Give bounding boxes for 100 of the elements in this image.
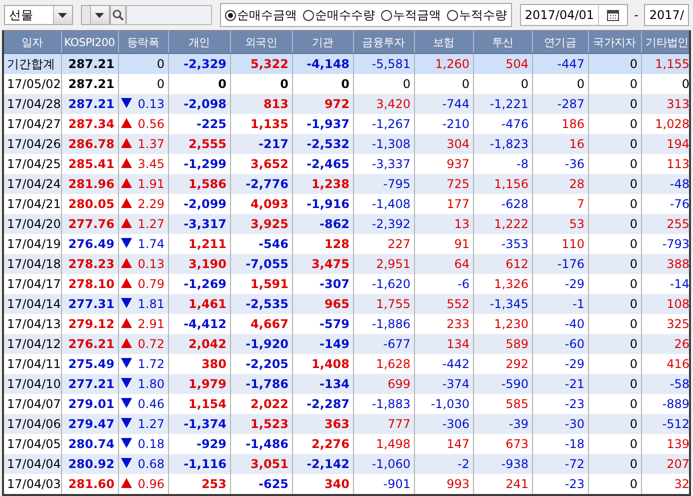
table-cell: -21: [532, 374, 588, 394]
table-cell: 1,156: [473, 174, 532, 194]
radio-button[interactable]: [446, 10, 458, 20]
table-cell: -2,776: [230, 174, 292, 194]
table-cell: 972: [292, 94, 354, 114]
table-cell: 965: [292, 294, 354, 314]
table-cell: 699: [353, 374, 414, 394]
table-cell: 32: [641, 474, 689, 494]
table-cell: 0.68: [132, 454, 168, 474]
table-cell: 276.21: [61, 334, 118, 354]
table-cell: 277.21: [61, 374, 118, 394]
radio-button[interactable]: [380, 10, 392, 20]
table-cell: 278.23: [61, 254, 118, 274]
down-triangle-icon: [120, 238, 132, 248]
table-cell: -625: [230, 474, 292, 494]
caret-icon: [95, 12, 104, 18]
table-cell: 1.37: [132, 134, 168, 154]
start-date-field[interactable]: 2017/04/01: [520, 4, 628, 26]
table-cell: 1,523: [230, 414, 292, 434]
up-triangle-icon: [120, 278, 132, 288]
table-cell: -2,535: [230, 294, 292, 314]
table-cell: -306: [414, 414, 474, 434]
search-icon: [112, 9, 124, 21]
table-cell: 1.91: [132, 174, 168, 194]
table-cell: 0: [588, 54, 642, 74]
down-triangle-icon: [120, 438, 132, 448]
column-header: 투신: [473, 31, 532, 54]
down-triangle-icon: [120, 358, 132, 368]
table-cell: 64: [414, 254, 474, 274]
down-triangle-icon: [120, 98, 132, 108]
table-cell: 0: [588, 454, 642, 474]
end-date-field[interactable]: 2017/: [644, 4, 689, 26]
table-cell: 1,755: [353, 294, 414, 314]
table-cell: 813: [230, 94, 292, 114]
table-cell: 1.81: [132, 294, 168, 314]
table-cell: 287.21: [61, 54, 118, 74]
column-header: KOSPI200: [61, 31, 118, 54]
table-cell: -176: [532, 254, 588, 274]
column-header: 기관: [292, 31, 354, 54]
table-cell: -2,142: [292, 454, 354, 474]
table-cell: 612: [473, 254, 532, 274]
table-cell: -149: [292, 334, 354, 354]
search-field[interactable]: [126, 5, 212, 25]
table-cell: 1.80: [132, 374, 168, 394]
table-cell: 0: [588, 94, 642, 114]
code-dropdown[interactable]: [80, 5, 110, 25]
table-cell: 0: [588, 294, 642, 314]
table-cell: 13: [414, 214, 474, 234]
table-cell: -134: [292, 374, 354, 394]
table-cell: -901: [353, 474, 414, 494]
up-triangle-icon: [120, 158, 132, 168]
table-cell: -2,098: [168, 94, 230, 114]
table-cell: -512: [641, 414, 689, 434]
up-triangle-icon: [120, 218, 132, 228]
table-cell: 53: [532, 214, 588, 234]
table-cell: 194: [641, 134, 689, 154]
table-cell: 17/04/12: [4, 334, 61, 354]
table-cell: 589: [473, 334, 532, 354]
radio-option[interactable]: 순매수금액: [224, 6, 297, 24]
table-cell: 기간합계: [4, 54, 61, 74]
table-cell: 277.31: [61, 294, 118, 314]
table-cell: 3,925: [230, 214, 292, 234]
table-cell: 0: [588, 214, 642, 234]
table-cell: 1,222: [473, 214, 532, 234]
table-cell: -23: [532, 474, 588, 494]
up-triangle-icon: [120, 318, 132, 328]
market-dropdown[interactable]: 선물: [4, 5, 73, 25]
date-separator: -: [634, 8, 638, 22]
table-cell: 993: [414, 474, 474, 494]
table-cell: 0.13: [132, 94, 168, 114]
down-triangle-icon: [120, 418, 132, 428]
table-cell: 17/04/06: [4, 414, 61, 434]
table-cell: 255: [641, 214, 689, 234]
table-cell: -677: [353, 334, 414, 354]
table-cell: 3,475: [292, 254, 354, 274]
radio-option[interactable]: 순매수수량: [302, 6, 375, 24]
table-cell: 1.27: [132, 214, 168, 234]
table-cell: 1,461: [168, 294, 230, 314]
table-cell: -3,317: [168, 214, 230, 234]
column-header: 기타법인: [641, 31, 689, 54]
table-cell: 108: [641, 294, 689, 314]
table-cell: 1,979: [168, 374, 230, 394]
table-cell: 17/04/26: [4, 134, 61, 154]
table-cell: 241: [473, 474, 532, 494]
table-cell: 3,420: [353, 94, 414, 114]
table-cell: -4,148: [292, 54, 354, 74]
radio-option[interactable]: 누적금액: [380, 6, 441, 24]
table-cell: -938: [473, 454, 532, 474]
radio-option[interactable]: 누적수량: [446, 6, 507, 24]
table-cell: 388: [641, 254, 689, 274]
table-cell: 0: [588, 474, 642, 494]
table-cell: 340: [292, 474, 354, 494]
table-cell: -2,532: [292, 134, 354, 154]
table-cell: -2,392: [353, 214, 414, 234]
radio-button[interactable]: [302, 10, 314, 20]
search-button[interactable]: [110, 5, 126, 25]
table-cell: -1,786: [230, 374, 292, 394]
table-cell: -287: [532, 94, 588, 114]
table-cell: 0.13: [132, 254, 168, 274]
radio-button[interactable]: [224, 10, 236, 20]
